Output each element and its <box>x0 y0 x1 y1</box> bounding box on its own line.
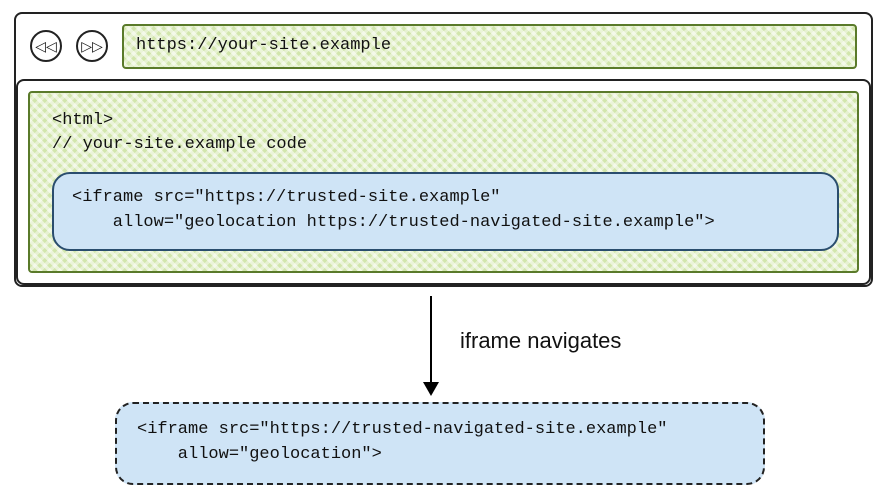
browser-window: ◁◁ ▷▷ https://your-site.example <html> /… <box>14 12 873 287</box>
back-button[interactable]: ◁◁ <box>30 30 62 62</box>
address-bar[interactable]: https://your-site.example <box>122 24 857 69</box>
viewport-outer: <html> // your-site.example code <iframe… <box>16 79 871 286</box>
navigated-code-line-1: <iframe src="https://trusted-navigated-s… <box>137 418 743 443</box>
iframe-original: <iframe src="https://trusted-site.exampl… <box>52 172 839 251</box>
fast-forward-icon: ▷▷ <box>81 39 103 53</box>
page-code-line-1: <html> <box>52 109 839 134</box>
iframe-code-line-1: <iframe src="https://trusted-site.exampl… <box>72 186 819 211</box>
navigation-arrow-line <box>430 296 432 388</box>
iframe-navigated: <iframe src="https://trusted-navigated-s… <box>115 402 765 485</box>
page-viewport: <html> // your-site.example code <iframe… <box>28 91 859 274</box>
navigation-arrow-head-icon <box>423 382 439 396</box>
navigation-arrow-label: iframe navigates <box>460 328 621 354</box>
browser-chrome: ◁◁ ▷▷ https://your-site.example <box>16 14 871 79</box>
rewind-icon: ◁◁ <box>35 39 57 53</box>
navigated-code-line-2: allow="geolocation"> <box>137 443 743 468</box>
page-code-line-2: // your-site.example code <box>52 133 839 158</box>
forward-button[interactable]: ▷▷ <box>76 30 108 62</box>
iframe-code-line-2: allow="geolocation https://trusted-navig… <box>72 211 819 236</box>
